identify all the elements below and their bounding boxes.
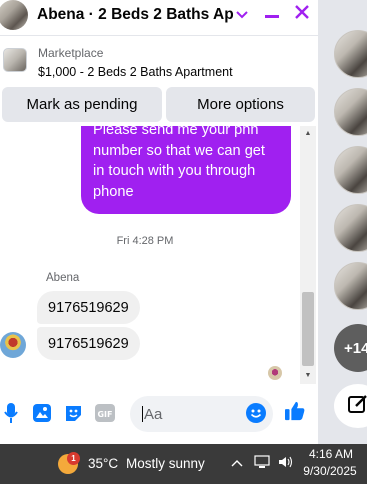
minimize-icon[interactable] — [262, 3, 282, 25]
chevron-up-icon[interactable] — [231, 455, 243, 470]
sender-avatar[interactable] — [0, 332, 26, 358]
weather-condition[interactable]: Mostly sunny — [126, 456, 205, 471]
chat-title[interactable]: Abena · 2 Beds 2 Baths Ap... — [37, 6, 233, 24]
header-controls — [232, 3, 312, 25]
sender-name: Abena — [46, 272, 80, 284]
image-icon[interactable] — [32, 402, 52, 424]
message-scrollbar[interactable]: ▲ ▼ — [300, 126, 316, 384]
message-timestamp: Fri 4:28 PM — [116, 235, 174, 247]
received-message[interactable]: 9176519629 — [37, 327, 140, 360]
taskbar: 1 35°C Mostly sunny 4:16 AM 9/30/2025 — [0, 444, 367, 484]
new-message-button[interactable] — [334, 384, 367, 428]
listing-title[interactable]: $1,000 - 2 Beds 2 Baths Apartment — [38, 65, 233, 79]
read-receipt-avatar — [268, 366, 282, 380]
scrollbar-thumb[interactable] — [302, 292, 314, 366]
listing-thumbnail[interactable] — [3, 48, 27, 72]
compose-icon — [348, 394, 367, 419]
weather-alert-badge: 1 — [67, 452, 80, 465]
chat-head-avatar[interactable] — [334, 88, 367, 136]
message-composer: GIF Aa — [0, 394, 318, 436]
chat-head-avatar[interactable] — [334, 146, 367, 194]
chat-window: Abena · 2 Beds 2 Baths Ap... Marketplace… — [0, 0, 318, 444]
clock-date[interactable]: 9/30/2025 — [300, 464, 360, 478]
mark-as-pending-button[interactable]: Mark as pending — [2, 87, 162, 122]
received-message[interactable]: 9176519629 — [37, 291, 140, 324]
emoji-icon[interactable] — [246, 402, 266, 424]
message-input-placeholder: Aa — [144, 405, 163, 423]
chevron-down-icon[interactable] — [232, 3, 252, 25]
network-icon[interactable] — [254, 455, 270, 472]
gif-icon[interactable]: GIF — [95, 402, 115, 424]
volume-icon[interactable] — [278, 455, 294, 472]
chat-head-avatar[interactable] — [334, 262, 367, 310]
clock-time[interactable]: 4:16 AM — [307, 447, 355, 461]
more-chats-badge[interactable]: +14 — [334, 324, 367, 372]
sent-message[interactable]: Please send me your phn number so that w… — [81, 126, 291, 214]
chat-head-avatar[interactable] — [334, 30, 367, 78]
thumbs-up-icon[interactable] — [285, 400, 305, 422]
chat-heads-rail: +14 — [318, 0, 367, 444]
weather-temperature[interactable]: 35°C — [88, 456, 118, 471]
chat-head-avatar[interactable] — [334, 204, 367, 252]
sticker-icon[interactable] — [63, 402, 83, 424]
close-icon[interactable] — [292, 3, 312, 25]
more-options-button[interactable]: More options — [166, 87, 315, 122]
microphone-icon[interactable] — [1, 402, 21, 424]
scroll-down-arrow-icon[interactable]: ▼ — [302, 370, 314, 382]
text-caret — [142, 406, 143, 422]
contact-avatar[interactable] — [0, 0, 28, 30]
chat-header[interactable]: Abena · 2 Beds 2 Baths Ap... — [0, 0, 318, 30]
scroll-up-arrow-icon[interactable]: ▲ — [302, 128, 314, 140]
header-divider — [0, 35, 318, 36]
sent-message-text: Please send me your phn number so that w… — [93, 126, 265, 200]
marketplace-label: Marketplace — [38, 46, 104, 60]
svg-text:GIF: GIF — [97, 410, 112, 419]
